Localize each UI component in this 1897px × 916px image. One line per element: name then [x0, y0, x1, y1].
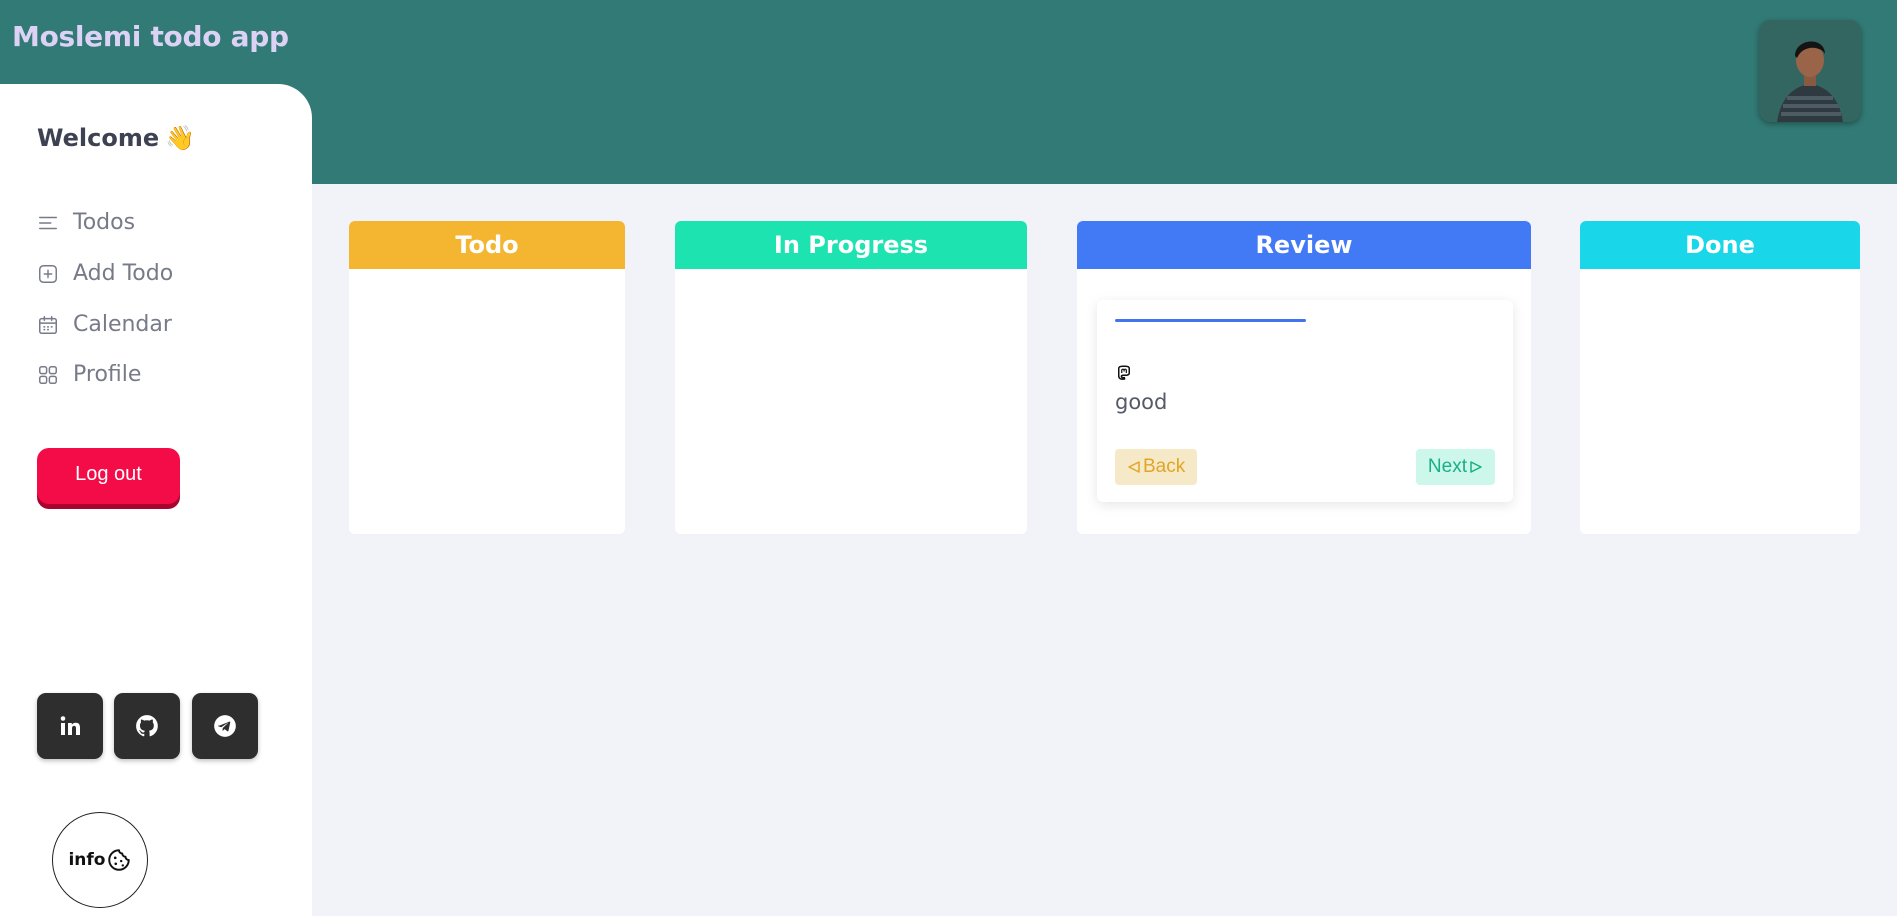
column-header: Done [1580, 221, 1860, 269]
column-header: Review [1077, 221, 1531, 269]
app-title: Moslemi todo app [12, 20, 289, 53]
back-button[interactable]: Back [1115, 449, 1198, 485]
github-icon [136, 715, 158, 737]
column-done: Done [1580, 221, 1860, 534]
triangle-left-icon [1128, 461, 1140, 473]
card-accent-line [1115, 319, 1306, 322]
sidebar-item-label: Todos [73, 210, 136, 235]
avatar-photo [1759, 20, 1861, 122]
next-label: Next [1427, 456, 1467, 477]
info-label: info [68, 850, 106, 870]
sidebar: Welcome 👋 Todos Add Todo Calendar Profile [0, 84, 312, 916]
sidebar-item-label: Calendar [73, 312, 172, 337]
info-cookie-button[interactable]: info [52, 812, 148, 908]
calendar-icon [39, 315, 57, 334]
column-header: In Progress [675, 221, 1027, 269]
back-label: Back [1143, 456, 1186, 477]
triangle-right-icon [1470, 461, 1482, 473]
sidebar-item-todos[interactable]: Todos [37, 210, 135, 235]
github-button[interactable] [114, 693, 180, 759]
linkedin-icon [60, 716, 80, 735]
column-review: Review good Back Next [1077, 221, 1531, 534]
sidebar-item-add-todo[interactable]: Add Todo [37, 261, 173, 286]
column-in-progress: In Progress [675, 221, 1027, 534]
column-todo: Todo [349, 221, 625, 534]
sidebar-item-label: Profile [73, 362, 142, 387]
mastodon-icon [1118, 365, 1130, 380]
sidebar-item-label: Add Todo [73, 261, 174, 286]
telegram-button[interactable] [192, 693, 258, 759]
avatar[interactable] [1759, 20, 1861, 122]
todo-card: good Back Next [1097, 300, 1513, 502]
list-icon [39, 216, 57, 229]
add-square-icon [39, 264, 57, 283]
sidebar-item-calendar[interactable]: Calendar [37, 312, 172, 337]
welcome-text: Welcome [37, 124, 160, 152]
telegram-icon [214, 715, 236, 737]
column-header: Todo [349, 221, 625, 269]
welcome-heading: Welcome 👋 [37, 124, 195, 152]
sidebar-item-profile[interactable]: Profile [37, 362, 141, 387]
card-text: good [1115, 390, 1168, 414]
next-button[interactable]: Next [1415, 449, 1495, 485]
logout-button[interactable]: Log out [37, 448, 180, 504]
cookie-icon [107, 849, 130, 871]
grid-icon [39, 365, 57, 384]
waving-hand-icon: 👋 [165, 124, 196, 152]
linkedin-button[interactable] [37, 693, 103, 759]
